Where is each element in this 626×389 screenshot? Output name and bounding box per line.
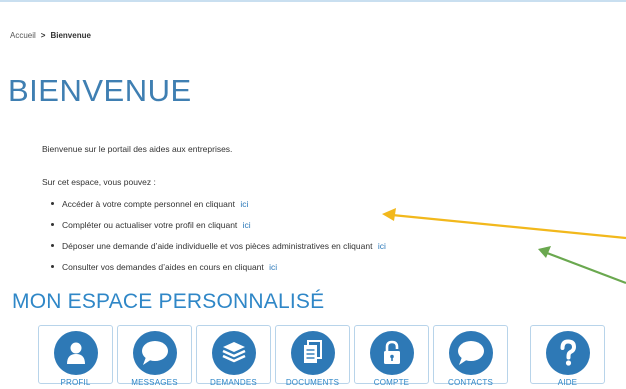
tile-label: AIDE: [557, 378, 578, 387]
tile-compte[interactable]: COMPTE: [354, 325, 429, 387]
page-title: BIENVENUE: [8, 73, 192, 108]
action-text: Compléter ou actualiser votre profil en …: [62, 220, 238, 230]
action-link-account[interactable]: ici: [240, 199, 248, 209]
action-text: Accéder à votre compte personnel en cliq…: [62, 199, 235, 209]
bullet-dot: [51, 244, 54, 247]
tile-demandes[interactable]: DEMANDES: [196, 325, 271, 387]
tile-label: PROFIL: [60, 378, 91, 387]
tile-label: MESSAGES: [131, 378, 178, 387]
tile-profil[interactable]: PROFIL: [38, 325, 113, 387]
action-link-profile[interactable]: ici: [243, 220, 251, 230]
question-icon: [545, 331, 590, 375]
action-text: Déposer une demande d’aide individuelle …: [62, 241, 373, 251]
tile-documents[interactable]: DOCUMENTS: [275, 325, 350, 387]
tile-messages[interactable]: MESSAGES: [117, 325, 192, 387]
action-link-request[interactable]: ici: [378, 241, 386, 251]
yellow-arrow: [382, 208, 626, 240]
bullet-dot: [51, 265, 54, 268]
bullet-dot: [51, 202, 54, 205]
tile-label: COMPTE: [373, 378, 410, 387]
documents-icon: [290, 331, 335, 375]
tile-bar: PROFIL MESSAGES DEMANDES DOCUMENTS COMPT…: [0, 325, 626, 389]
top-border: [0, 0, 626, 2]
action-text: Consulter vos demandes d’aides en cours …: [62, 262, 264, 272]
action-item-profile: Compléter ou actualiser votre profil en …: [51, 220, 251, 230]
tile-label: CONTACTS: [447, 378, 493, 387]
tile-contacts[interactable]: CONTACTS: [433, 325, 508, 387]
section-title: MON ESPACE PERSONNALISÉ: [12, 290, 325, 313]
intro-text: Bienvenue sur le portail des aides aux e…: [42, 144, 233, 154]
lead-text: Sur cet espace, vous pouvez :: [42, 177, 156, 187]
user-icon: [53, 331, 98, 375]
layers-stack-icon: [211, 331, 256, 375]
breadcrumb-current: Bienvenue: [50, 31, 91, 40]
speech-bubble-icon: [132, 331, 177, 375]
breadcrumb-home-link[interactable]: Accueil: [10, 31, 36, 40]
speech-bubble-icon: [448, 331, 493, 375]
breadcrumb: Accueil > Bienvenue: [10, 31, 91, 40]
lock-icon: [369, 331, 414, 375]
tile-aide[interactable]: AIDE: [530, 325, 605, 387]
tile-label: DOCUMENTS: [285, 378, 340, 387]
breadcrumb-separator: >: [40, 31, 46, 40]
action-link-track[interactable]: ici: [269, 262, 277, 272]
green-arrow: [538, 246, 626, 285]
tile-label: DEMANDES: [210, 378, 257, 387]
action-item-request: Déposer une demande d’aide individuelle …: [51, 241, 386, 251]
bullet-dot: [51, 223, 54, 226]
action-item-account: Accéder à votre compte personnel en cliq…: [51, 199, 248, 209]
action-item-track: Consulter vos demandes d’aides en cours …: [51, 262, 277, 272]
